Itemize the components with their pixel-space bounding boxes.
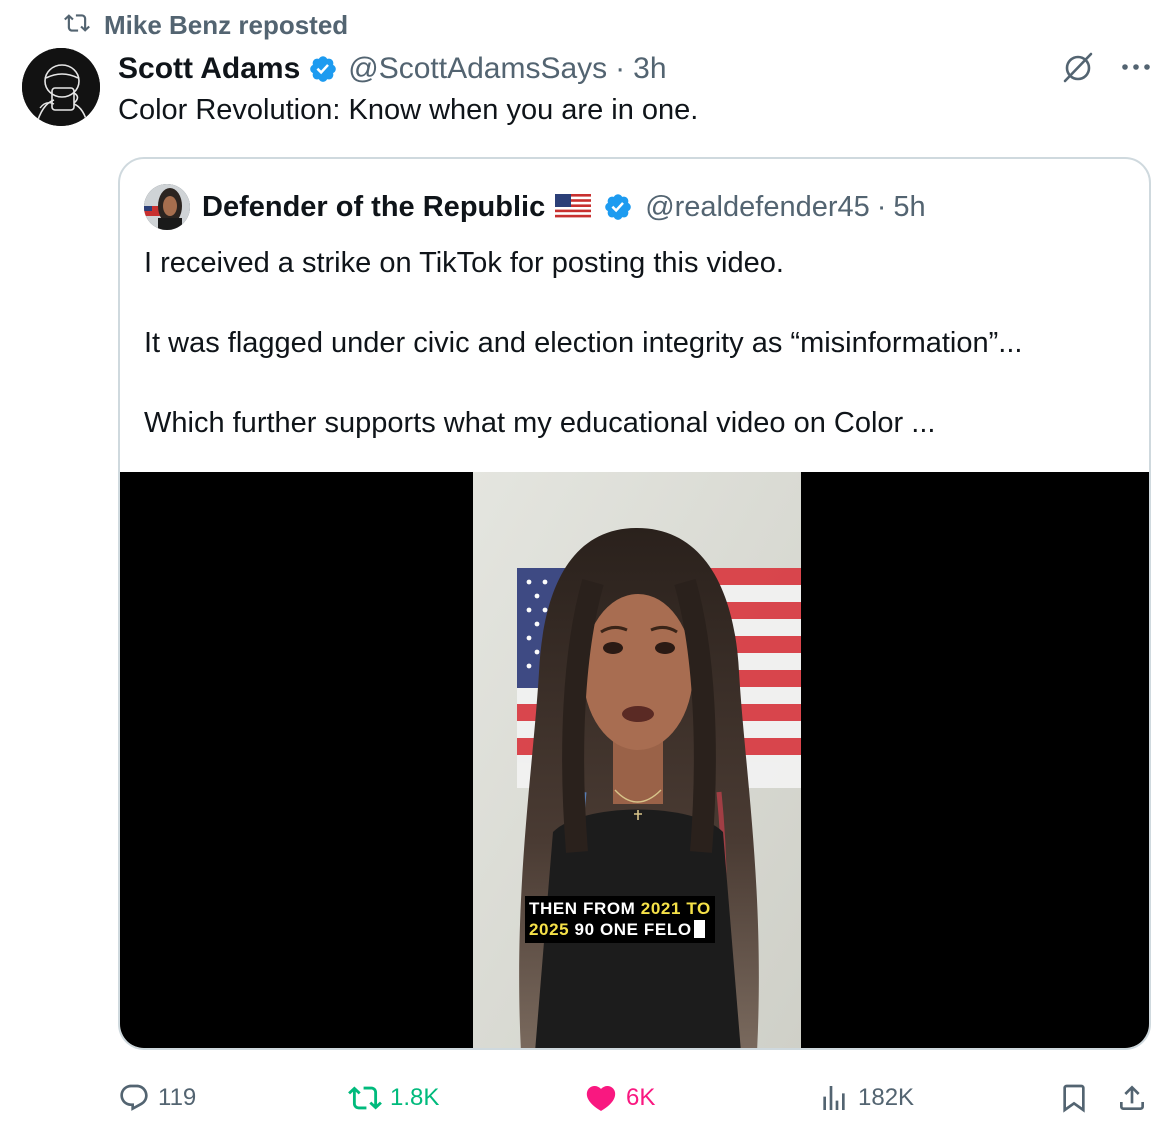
caption-cursor xyxy=(693,920,705,938)
quoted-post-header: Defender of the Republic @realdefender45… xyxy=(144,183,926,231)
views-count: 182K xyxy=(858,1084,915,1111)
quoted-verified-badge-icon[interactable] xyxy=(603,192,633,222)
us-flag-icon xyxy=(555,194,592,220)
separator-dot: · xyxy=(615,52,626,85)
post-time[interactable]: 3h xyxy=(633,52,666,86)
quoted-author-avatar[interactable] xyxy=(144,184,190,230)
caption-line-2: 2025 90 ONE FELO xyxy=(529,919,711,940)
bookmark-button[interactable] xyxy=(1058,1078,1090,1118)
caption-highlight: 2025 xyxy=(529,920,570,939)
quoted-separator-dot: · xyxy=(876,190,887,223)
reply-icon xyxy=(120,1084,148,1111)
reply-button[interactable]: 119 xyxy=(118,1078,196,1118)
author-avatar[interactable] xyxy=(22,48,100,126)
caption-text: THEN FROM xyxy=(529,899,641,918)
video-player[interactable]: THEN FROM 2021 TO 2025 90 ONE FELO xyxy=(120,472,1149,1048)
caption-highlight: 2021 TO xyxy=(640,899,711,918)
quoted-author-handle[interactable]: @realdefender45 xyxy=(645,191,870,224)
repost-button[interactable]: 1.8K xyxy=(348,1078,439,1118)
repost-icon xyxy=(64,10,90,41)
quoted-paragraph: I received a strike on TikTok for postin… xyxy=(144,247,784,279)
repost-context[interactable]: Mike Benz reposted xyxy=(64,8,348,42)
video-frame: THEN FROM 2021 TO 2025 90 ONE FELO xyxy=(473,472,801,1048)
video-caption: THEN FROM 2021 TO 2025 90 ONE FELO xyxy=(525,896,715,943)
heart-icon xyxy=(586,1085,616,1111)
reply-count: 119 xyxy=(158,1084,197,1111)
more-options-icon[interactable] xyxy=(1121,62,1151,72)
repost-icon xyxy=(348,1086,382,1110)
repost-count: 1.8K xyxy=(390,1084,440,1111)
share-button[interactable] xyxy=(1116,1078,1148,1118)
like-button[interactable]: 6K xyxy=(584,1078,655,1118)
quoted-paragraph: It was flagged under civic and election … xyxy=(144,327,1023,359)
video-still-image xyxy=(473,472,801,1048)
quoted-post-text: I received a strike on TikTok for postin… xyxy=(144,243,1134,443)
share-icon xyxy=(1120,1085,1144,1110)
quoted-paragraph: Which further supports what my education… xyxy=(144,407,936,439)
caption-text: 90 ONE FELO xyxy=(569,920,692,939)
top-actions xyxy=(1061,50,1151,84)
grok-icon[interactable] xyxy=(1061,50,1095,84)
bookmark-icon xyxy=(1063,1084,1085,1113)
repost-label: Mike Benz reposted xyxy=(104,9,349,40)
action-bar: 119 1.8K 6K 182K xyxy=(118,1078,1158,1118)
author-name[interactable]: Scott Adams xyxy=(118,52,300,86)
quoted-post[interactable]: Defender of the Republic @realdefender45… xyxy=(118,157,1151,1050)
views-chart-icon xyxy=(823,1086,845,1110)
post-header: Scott Adams @ScottAdamsSays · 3h xyxy=(118,50,667,88)
like-count: 6K xyxy=(626,1084,656,1111)
caption-line-1: THEN FROM 2021 TO xyxy=(529,898,711,919)
author-handle[interactable]: @ScottAdamsSays xyxy=(348,52,607,86)
post-text: Color Revolution: Know when you are in o… xyxy=(118,94,699,126)
quoted-post-time[interactable]: 5h xyxy=(893,191,925,224)
views-button[interactable]: 182K xyxy=(818,1078,914,1118)
verified-badge-icon[interactable] xyxy=(308,54,338,84)
quoted-author-name[interactable]: Defender of the Republic xyxy=(202,191,545,224)
